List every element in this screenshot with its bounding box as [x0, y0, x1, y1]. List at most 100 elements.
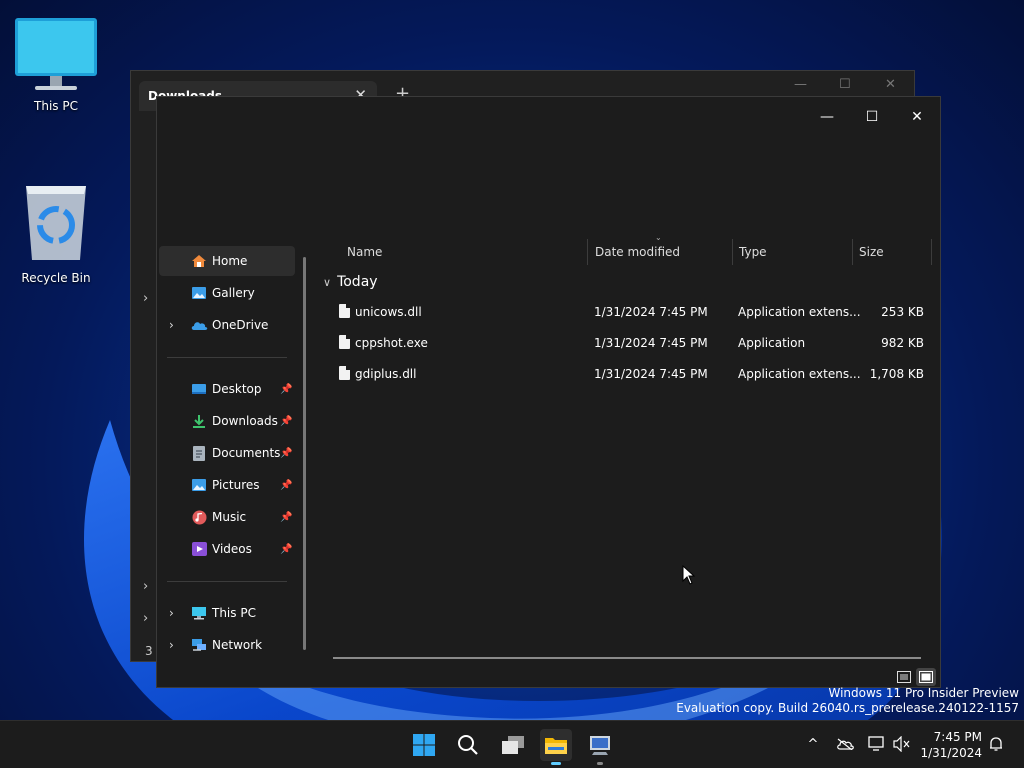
music-folder-icon	[190, 509, 208, 525]
running-indicator	[597, 762, 603, 765]
onedrive-offline-icon[interactable]	[836, 735, 854, 753]
nav-item-this-pc[interactable]: › This PC	[159, 598, 295, 628]
home-icon	[190, 253, 208, 269]
column-header-date-modified[interactable]: Date modified	[595, 245, 680, 259]
recycle-bin-icon	[26, 186, 86, 260]
file-icon	[339, 335, 350, 349]
desktop-icon-recycle-bin[interactable]: Recycle Bin	[6, 180, 106, 285]
file-icon	[339, 366, 350, 380]
nav-label: This PC	[212, 606, 256, 620]
notification-bell-icon[interactable]	[987, 735, 1005, 753]
column-header-type[interactable]: Type	[739, 245, 767, 259]
maximize-button[interactable]: ☐	[852, 103, 892, 131]
navigation-scrollbar[interactable]	[303, 257, 306, 650]
watermark-line2: Evaluation copy. Build 26040.rs_prerelea…	[676, 701, 1019, 715]
search-button[interactable]	[452, 729, 484, 761]
file-explorer-taskbar-button[interactable]	[540, 729, 572, 765]
tiles-view-icon	[919, 671, 933, 683]
navigation-pane: Home Gallery › OneDrive Desktop 📌 Downlo…	[157, 241, 317, 689]
pin-icon[interactable]: 📌	[280, 448, 292, 459]
documents-folder-icon	[190, 445, 208, 461]
file-date: 1/31/2024 7:45 PM	[594, 305, 708, 319]
column-divider[interactable]	[852, 239, 853, 265]
maximize-icon[interactable]: ☐	[839, 77, 851, 92]
file-name: gdiplus.dll	[355, 367, 417, 381]
file-name: unicows.dll	[355, 305, 422, 319]
chevron-right-icon[interactable]: ›	[143, 291, 148, 306]
videos-folder-icon	[190, 541, 208, 557]
volume-muted-icon[interactable]	[893, 735, 911, 753]
column-divider[interactable]	[587, 239, 588, 265]
pin-icon[interactable]: 📌	[280, 512, 292, 523]
nav-item-documents[interactable]: Documents 📌	[159, 438, 295, 468]
watermark-line1: Windows 11 Pro Insider Preview	[828, 686, 1019, 700]
file-row[interactable]: gdiplus.dll 1/31/2024 7:45 PM Applicatio…	[332, 359, 930, 389]
cppshot-taskbar-button[interactable]	[584, 729, 616, 765]
chevron-right-icon[interactable]: ›	[143, 611, 148, 626]
column-header-name[interactable]: Name	[347, 245, 382, 259]
nav-item-videos[interactable]: Videos 📌	[159, 534, 295, 564]
pin-icon[interactable]: 📌	[280, 480, 292, 491]
nav-label: Network	[212, 638, 263, 652]
minimize-button[interactable]: —	[807, 103, 847, 131]
nav-item-downloads[interactable]: Downloads 📌	[159, 406, 295, 436]
file-row[interactable]: unicows.dll 1/31/2024 7:45 PM Applicatio…	[332, 297, 930, 327]
file-size: 1,708 KB	[869, 367, 924, 381]
file-type: Application	[738, 336, 806, 350]
chevron-down-icon[interactable]: ∨	[323, 276, 331, 289]
nav-label: Videos	[212, 542, 252, 556]
nav-item-desktop[interactable]: Desktop 📌	[159, 374, 295, 404]
chevron-right-icon[interactable]: ›	[169, 318, 174, 332]
details-view-button[interactable]	[894, 668, 914, 686]
column-divider[interactable]	[732, 239, 733, 265]
file-explorer-window[interactable]: — ☐ ✕ Home Gallery › OneDrive Desktop 📌 …	[156, 96, 941, 688]
nav-label: Pictures	[212, 478, 260, 492]
nav-label: Music	[212, 510, 247, 524]
sort-chevron-icon: ⌄	[655, 233, 662, 242]
start-button[interactable]	[408, 729, 440, 761]
column-divider[interactable]	[931, 239, 932, 265]
pin-icon[interactable]: 📌	[280, 384, 292, 395]
pin-icon[interactable]: 📌	[280, 416, 292, 427]
divider	[167, 581, 287, 582]
chevron-right-icon[interactable]: ›	[143, 579, 148, 594]
evaluation-watermark: Windows 11 Pro Insider Preview Evaluatio…	[676, 686, 1019, 716]
nav-label: Home	[212, 254, 248, 268]
system-clock[interactable]: 7:45 PM 1/31/2024	[918, 729, 982, 761]
close-icon[interactable]: ✕	[885, 77, 896, 92]
clock-date: 1/31/2024	[920, 746, 982, 760]
nav-item-gallery[interactable]: Gallery	[159, 278, 295, 308]
monitor-icon	[15, 18, 97, 90]
nav-label: Documents	[212, 446, 281, 460]
column-header-size[interactable]: Size	[859, 245, 884, 259]
desktop-folder-icon	[190, 381, 208, 397]
tiles-view-button[interactable]	[916, 668, 936, 686]
nav-label: Downloads	[212, 414, 278, 428]
pin-icon[interactable]: 📌	[280, 544, 292, 555]
chevron-up-icon[interactable]: ^	[804, 735, 822, 753]
file-row[interactable]: cppshot.exe 1/31/2024 7:45 PM Applicatio…	[332, 328, 930, 358]
details-view-icon	[897, 671, 911, 683]
desktop-icon-this-pc[interactable]: This PC	[6, 16, 106, 113]
group-header-today[interactable]: ∨ Today	[323, 274, 378, 290]
mouse-cursor-icon	[682, 565, 696, 585]
chevron-right-icon[interactable]: ›	[169, 606, 174, 620]
nav-item-music[interactable]: Music 📌	[159, 502, 295, 532]
task-view-button[interactable]	[497, 729, 529, 761]
nav-item-network[interactable]: › Network	[159, 630, 295, 660]
nav-item-home[interactable]: Home	[159, 246, 295, 276]
file-name: cppshot.exe	[355, 336, 428, 350]
task-view-icon	[502, 736, 524, 754]
nav-item-onedrive[interactable]: › OneDrive	[159, 310, 295, 340]
close-button[interactable]: ✕	[897, 103, 937, 131]
horizontal-scrollbar[interactable]	[333, 657, 921, 659]
file-size: 982 KB	[881, 336, 924, 350]
cppshot-icon	[590, 736, 610, 755]
chevron-right-icon[interactable]: ›	[169, 638, 174, 652]
taskbar: ^ 7:45 PM 1/31/2024	[0, 720, 1024, 768]
this-pc-icon	[190, 605, 208, 621]
nav-item-pictures[interactable]: Pictures 📌	[159, 470, 295, 500]
active-indicator	[551, 762, 561, 765]
minimize-icon[interactable]: —	[794, 77, 807, 92]
network-disconnected-icon[interactable]	[868, 735, 886, 753]
